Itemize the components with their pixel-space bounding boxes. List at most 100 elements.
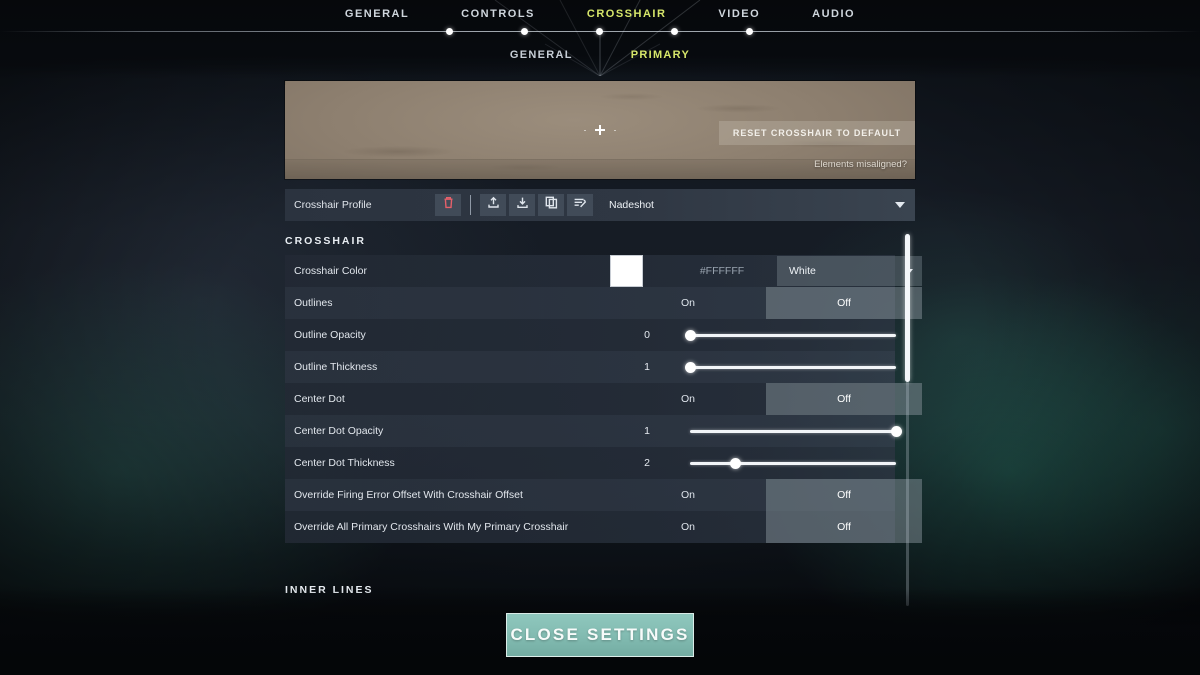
outlines-toggle: On Off [610, 287, 922, 319]
tab-controls[interactable]: CONTROLS [457, 8, 539, 20]
setting-label-center-dot: Center Dot [294, 393, 345, 405]
outline-thickness-value: 1 [644, 361, 650, 373]
outline-opacity-slider[interactable] [685, 319, 896, 351]
setting-label-outline-thickness: Outline Thickness [294, 361, 378, 373]
table-row: Outline Thickness 1 [285, 351, 896, 383]
override-firing-error-toggle: On Off [610, 479, 922, 511]
slider-track [690, 366, 896, 369]
setting-control-outlines: On Off [610, 287, 922, 319]
center-dot-opacity-value: 1 [644, 425, 650, 437]
crosshair-hex-input[interactable]: #FFFFFF [662, 255, 782, 287]
crosshair-profile-bar: Crosshair Profile Nadeshot [285, 189, 915, 221]
tab-general[interactable]: GENERAL [341, 8, 413, 20]
table-row: Center Dot Thickness 2 [285, 447, 896, 479]
setting-label-crosshair-color: Crosshair Color [294, 265, 367, 277]
center-dot-toggle-on[interactable]: On [610, 383, 766, 415]
duplicate-profile-button[interactable] [538, 194, 564, 216]
setting-label-outline-opacity: Outline Opacity [294, 329, 366, 341]
subtab-general[interactable]: GENERAL [510, 49, 573, 61]
outlines-toggle-off[interactable]: Off [766, 287, 922, 319]
crosshair-color-preset-dropdown[interactable]: White [777, 256, 922, 286]
outline-thickness-slider[interactable] [685, 351, 896, 383]
slider-thumb[interactable] [730, 458, 742, 469]
center-dot-opacity-slider[interactable] [690, 415, 902, 447]
center-dot-thickness-value: 2 [644, 457, 650, 469]
slider-track [690, 430, 896, 433]
table-row: Outlines On Off [285, 287, 922, 319]
setting-control-center-dot-opacity: 1 [610, 415, 902, 447]
section-title-crosshair: CROSSHAIR [285, 235, 367, 247]
setting-label-center-dot-opacity: Center Dot Opacity [294, 425, 384, 437]
setting-control-outline-thickness: 1 [610, 351, 896, 383]
crosshair-profile-dropdown[interactable]: Nadeshot [593, 189, 915, 221]
crosshair-color-swatch[interactable] [610, 255, 643, 287]
download-icon [516, 196, 529, 214]
tab-video[interactable]: VIDEO [714, 8, 764, 20]
setting-control-outline-opacity: 0 [610, 319, 896, 351]
crosshair-horizontal-line [595, 129, 605, 131]
outline-opacity-value: 0 [644, 329, 650, 341]
close-settings-button[interactable]: CLOSE SETTINGS [506, 613, 694, 657]
slider-thumb[interactable] [685, 330, 696, 341]
nav-dot-controls [521, 28, 528, 35]
setting-control-center-dot-thickness: 2 [610, 447, 896, 479]
nav-tab-list: GENERAL CONTROLS CROSSHAIR VIDEO AUDIO [0, 8, 1200, 20]
scrollbar-thumb[interactable] [905, 234, 910, 382]
edit-list-icon [573, 196, 587, 214]
delete-profile-button[interactable] [435, 194, 461, 216]
setting-control-center-dot: On Off [610, 383, 922, 415]
slider-thumb[interactable] [685, 362, 696, 373]
upload-icon [487, 196, 500, 214]
subtab-primary[interactable]: PRIMARY [631, 49, 690, 61]
override-all-primary-toggle: On Off [610, 511, 922, 543]
center-dot-toggle: On Off [610, 383, 922, 415]
settings-list: Crosshair Color #FFFFFF White Outlines O… [285, 255, 922, 543]
trash-icon [443, 196, 454, 214]
setting-label-override-all-primary: Override All Primary Crosshairs With My … [294, 521, 569, 533]
tab-crosshair[interactable]: CROSSHAIR [583, 8, 671, 20]
slider-track [690, 462, 896, 465]
setting-control-override-all-primary: On Off [610, 511, 922, 543]
rename-profile-button[interactable] [567, 194, 593, 216]
crosshair-profile-value: Nadeshot [609, 199, 654, 211]
setting-label-override-firing-error: Override Firing Error Offset With Crossh… [294, 489, 523, 501]
setting-label-center-dot-thickness: Center Dot Thickness [294, 457, 395, 469]
copy-icon [545, 196, 558, 214]
crosshair-right-pip [614, 129, 616, 131]
valorant-settings-screen: GENERAL CONTROLS CROSSHAIR VIDEO AUDIO G… [0, 0, 1200, 675]
setting-control-crosshair-color: #FFFFFF White [610, 255, 922, 287]
table-row: Outline Opacity 0 [285, 319, 896, 351]
crosshair-preview-panel: RESET CROSSHAIR TO DEFAULT Elements misa… [285, 81, 915, 179]
crosshair-color-preset-value: White [789, 265, 816, 277]
icon-divider [470, 195, 471, 215]
override-all-primary-toggle-on[interactable]: On [610, 511, 766, 543]
nav-dot-general [446, 28, 453, 35]
center-dot-toggle-off[interactable]: Off [766, 383, 922, 415]
import-profile-button[interactable] [480, 194, 506, 216]
export-profile-button[interactable] [509, 194, 535, 216]
center-dot-thickness-slider[interactable] [690, 447, 896, 479]
slider-track [690, 334, 896, 337]
table-row: Center Dot On Off [285, 383, 922, 415]
override-firing-error-toggle-on[interactable]: On [610, 479, 766, 511]
nav-dot-video [671, 28, 678, 35]
tab-audio[interactable]: AUDIO [808, 8, 859, 20]
override-firing-error-toggle-off[interactable]: Off [766, 479, 922, 511]
override-all-primary-toggle-off[interactable]: Off [766, 511, 922, 543]
table-row: Crosshair Color #FFFFFF White [285, 255, 922, 287]
nav-dot-audio [746, 28, 753, 35]
table-row: Override All Primary Crosshairs With My … [285, 511, 922, 543]
outlines-toggle-on[interactable]: On [610, 287, 766, 319]
crosshair-profile-label: Crosshair Profile [294, 199, 372, 211]
table-row: Center Dot Opacity 1 [285, 415, 902, 447]
elements-misaligned-link[interactable]: Elements misaligned? [814, 159, 907, 170]
slider-thumb[interactable] [891, 426, 902, 437]
setting-control-override-firing-error: On Off [610, 479, 922, 511]
sub-tab-list: GENERAL PRIMARY [0, 49, 1200, 61]
table-row: Override Firing Error Offset With Crossh… [285, 479, 922, 511]
setting-label-outlines: Outlines [294, 297, 333, 309]
reset-crosshair-button[interactable]: RESET CROSSHAIR TO DEFAULT [718, 121, 915, 145]
profile-icon-group [435, 189, 593, 221]
chevron-down-icon [895, 202, 905, 208]
top-navigation: GENERAL CONTROLS CROSSHAIR VIDEO AUDIO G… [0, 0, 1200, 76]
